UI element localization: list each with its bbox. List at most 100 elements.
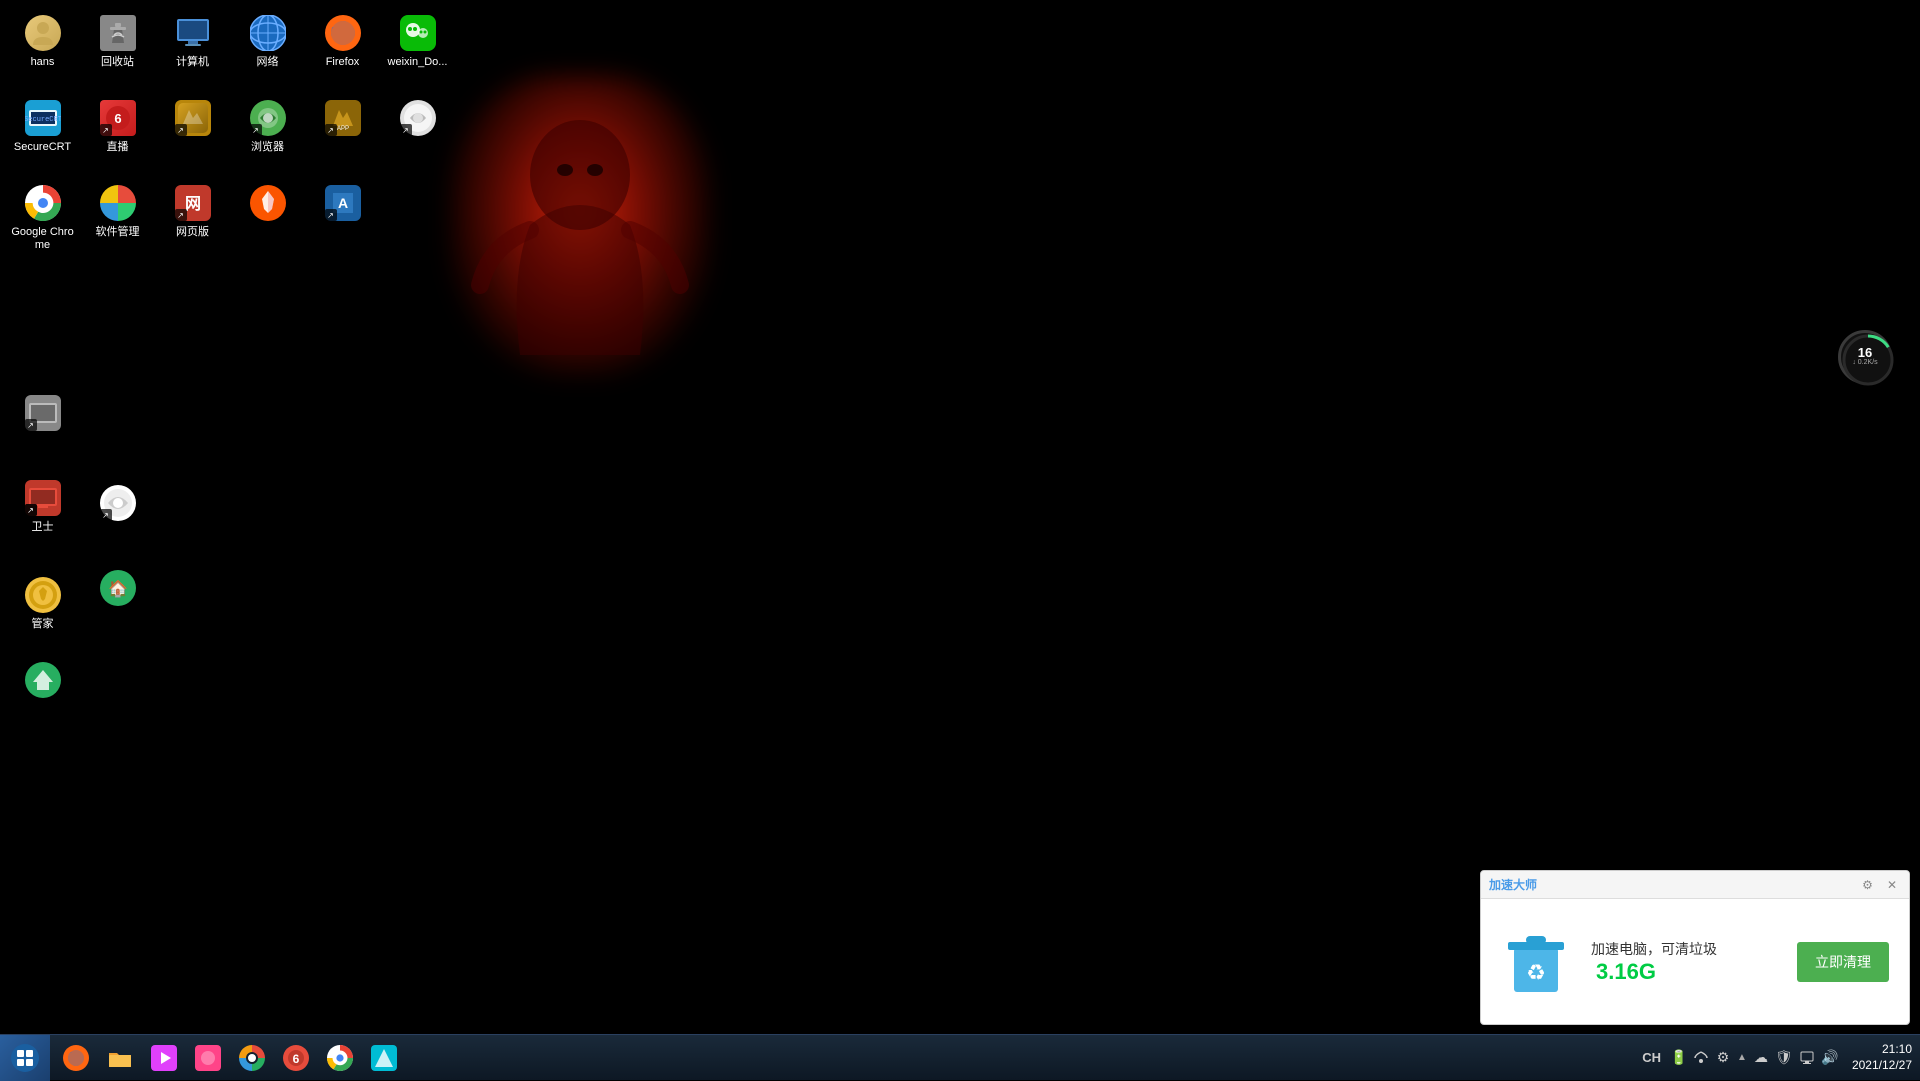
trash-icon: ♻ <box>1506 928 1566 996</box>
taskbar-folder[interactable] <box>99 1039 141 1077</box>
performance-meter[interactable]: 16 ↓ 0.2K/s <box>1838 330 1892 384</box>
zhibo-icon-label: 直播 <box>107 141 129 154</box>
computer-icon-label: 计算机 <box>176 56 209 69</box>
shortcut-arrow9: ↗ <box>25 504 37 516</box>
desktop-icon-recycle[interactable]: 回收站 <box>80 8 155 93</box>
tray-expand-arrow[interactable]: ▲ <box>1737 1052 1747 1063</box>
desktop-icon-weixin[interactable]: weixin_Do... <box>380 8 455 93</box>
app9-icon: 🏠 <box>100 570 136 606</box>
perf-speed: ↓ 0.2K/s <box>1852 359 1877 367</box>
network-sys-icon[interactable] <box>1691 1048 1711 1068</box>
desktop-icon-google-chrome[interactable]: Google Chrome <box>5 178 80 263</box>
desktop-icon-web[interactable]: 网 ↗ 网页版 <box>155 178 230 263</box>
security-icon[interactable]: 🛡 <box>1774 1048 1794 1068</box>
perf-percent: 16 <box>1858 346 1872 359</box>
web-icon-label: 网页版 <box>176 226 209 239</box>
recycle-icon <box>100 15 136 51</box>
settings-icon[interactable]: ⚙ <box>1858 876 1877 894</box>
desktop-icon-network[interactable]: 网络 <box>230 8 305 93</box>
desktop-icon-app2[interactable]: ↗ <box>155 93 230 178</box>
taskbar-sys-icons2: ☁ 🛡 🔊 <box>1751 1048 1840 1068</box>
taskbar-app-colorful2[interactable] <box>363 1039 405 1077</box>
computer-icon <box>175 15 211 51</box>
taskbar-time[interactable]: 21:10 2021/12/27 <box>1844 1042 1912 1073</box>
notification-body-text: 加速电脑，可清垃圾 <box>1591 941 1717 957</box>
notification-popup: 加速大师 ⚙ ✕ ♻ 加速电脑，可清垃圾 <box>1480 870 1910 1025</box>
clean-button[interactable]: 立即清理 <box>1797 942 1889 982</box>
securecrt-icon: SecureCRT <box>25 100 61 136</box>
taskbar-lang[interactable]: CH <box>1638 1050 1665 1065</box>
desktop-icon-zhibo[interactable]: 6 ↗ 直播 <box>80 93 155 178</box>
software-icon-label: 软件管理 <box>96 226 140 239</box>
desktop-icon-app6[interactable]: ↗ <box>380 93 455 178</box>
weixin-icon <box>400 15 436 51</box>
desktop-icon-app8[interactable]: ↗ <box>80 478 155 563</box>
weixin-icon-label: weixin_Do... <box>388 56 448 69</box>
desktop-icon-securecrt[interactable]: SecureCRT SecureCRT <box>5 93 80 178</box>
volume-icon[interactable]: 🔊 <box>1820 1048 1840 1068</box>
hans-icon <box>25 15 61 51</box>
desktop-icon-brave[interactable] <box>230 178 305 263</box>
guard-icon-label: 管家 <box>32 618 54 631</box>
desktop-icon-app5[interactable]: A ↗ <box>305 178 380 263</box>
taskbar-items: 6 <box>50 1039 1630 1077</box>
recycle-icon-label: 回收站 <box>101 56 134 69</box>
shortcut-arrow10: ↗ <box>100 509 112 521</box>
software-icon <box>100 185 136 221</box>
manager-icon <box>25 662 61 698</box>
securecrt-icon-label: SecureCRT <box>14 141 71 154</box>
desktop: hans SecureCRT SecureCRT <box>0 0 1920 1080</box>
desktop-icon-firefox[interactable]: Firefox <box>305 8 380 93</box>
guard-icon <box>25 577 61 613</box>
taskbar-right: CH 🔋 ⚙ ▲ ☁ 🛡 🔊 21:10 <box>1630 1035 1920 1081</box>
svg-text:SecureCRT: SecureCRT <box>25 116 61 124</box>
notification-controls: ⚙ ✕ <box>1858 876 1901 894</box>
shortcut-arrow6: ↗ <box>325 209 337 221</box>
taskbar-firefox[interactable] <box>55 1039 97 1077</box>
taskbar-app-colorful[interactable] <box>231 1039 273 1077</box>
shortcut-arrow5: ↗ <box>325 124 337 136</box>
shortcut-arrow3: ↗ <box>175 209 187 221</box>
svg-text:♻: ♻ <box>1526 960 1546 985</box>
desktop-icon-app4[interactable]: APP ↗ <box>305 93 380 178</box>
desktop-icon-hans[interactable]: hans <box>5 8 80 93</box>
desktop-icon-desktop[interactable]: ↗ ↗ 卫士 <box>5 473 80 558</box>
taskbar-app-red[interactable]: 6 <box>275 1039 317 1077</box>
firefox-icon <box>325 15 361 51</box>
network-icon <box>250 15 286 51</box>
time-display: 21:10 <box>1852 1042 1912 1058</box>
battery-icon[interactable]: 🔋 <box>1669 1048 1689 1068</box>
brave-icon <box>250 185 286 221</box>
shortcut-arrow8: ↗ <box>25 419 37 431</box>
desktop-icon-green-browser[interactable]: ↗ 浏览器 <box>230 93 305 178</box>
settings-sys-icon[interactable]: ⚙ <box>1713 1048 1733 1068</box>
taskbar-app-pink[interactable] <box>187 1039 229 1077</box>
date-display: 2021/12/27 <box>1852 1058 1912 1074</box>
desktop2-icon-label: 卫士 <box>32 521 54 534</box>
desktop-icon-app7[interactable]: ↗ <box>5 388 80 473</box>
firefox-icon-label: Firefox <box>326 56 360 69</box>
desktop-icon-software[interactable]: 软件管理 <box>80 178 155 263</box>
svg-text:🏠: 🏠 <box>108 580 128 598</box>
start-icon <box>10 1043 40 1073</box>
shortcut-arrow: ↗ <box>100 124 112 136</box>
chrome-icon <box>25 185 61 221</box>
taskbar: 6 <box>0 1034 1920 1080</box>
figure-svg <box>450 75 710 375</box>
desktop-icon-app9[interactable]: 🏠 <box>80 563 155 648</box>
start-button[interactable] <box>0 1035 50 1081</box>
svg-text:网: 网 <box>184 195 200 213</box>
taskbar-media[interactable] <box>143 1039 185 1077</box>
desktop-icon-computer[interactable]: 计算机 <box>155 8 230 93</box>
svg-text:6: 6 <box>114 111 121 126</box>
trash-icon-wrap: ♻ <box>1501 922 1571 1002</box>
center-figure <box>450 75 710 375</box>
taskbar-chrome[interactable] <box>319 1039 361 1077</box>
close-icon[interactable]: ✕ <box>1883 876 1901 894</box>
desktop-icon-manager[interactable] <box>5 655 80 740</box>
desktop-icon-guard[interactable]: 管家 <box>5 570 80 655</box>
display-icon[interactable] <box>1797 1048 1817 1068</box>
chrome-icon-label: Google Chrome <box>10 226 75 252</box>
onedrive-icon[interactable]: ☁ <box>1751 1048 1771 1068</box>
notification-body: ♻ 加速电脑，可清垃圾 3.16G 立即清理 <box>1481 899 1909 1024</box>
